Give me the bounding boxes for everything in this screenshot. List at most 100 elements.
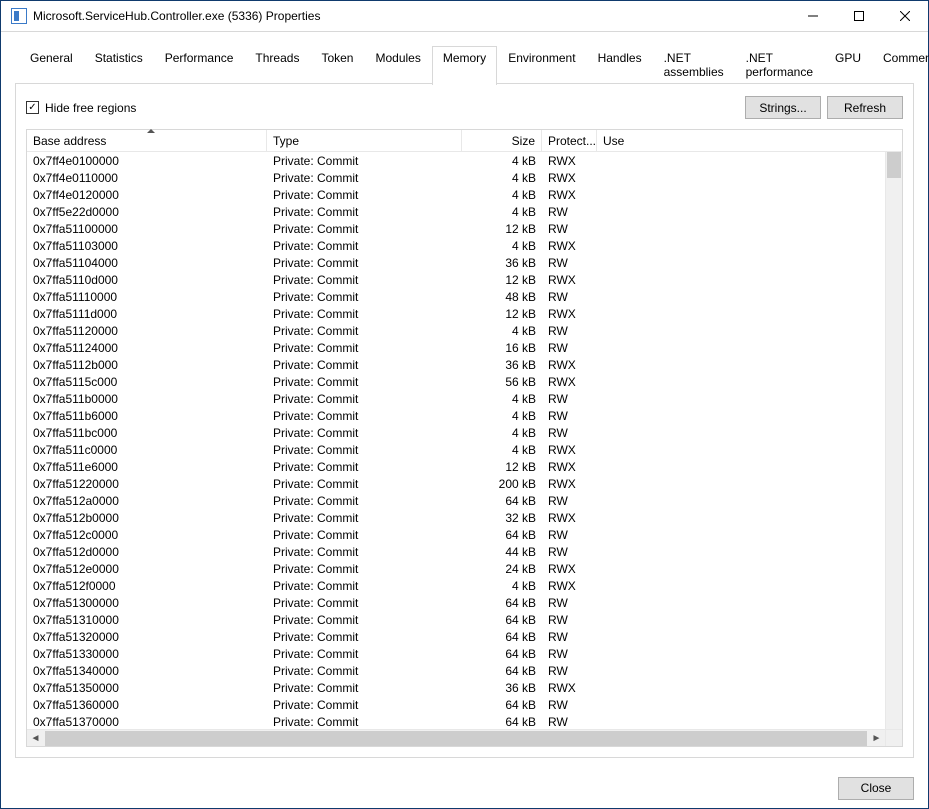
tab-statistics[interactable]: Statistics	[84, 46, 154, 84]
cell-type: Private: Commit	[267, 528, 462, 542]
cell-protection: RW	[542, 647, 597, 661]
cell-size: 64 kB	[462, 528, 542, 542]
table-row[interactable]: 0x7ffa51310000Private: Commit64 kBRW	[27, 611, 885, 628]
cell-type: Private: Commit	[267, 392, 462, 406]
cell-base-address: 0x7ffa511b6000	[27, 409, 267, 423]
cell-size: 36 kB	[462, 681, 542, 695]
cell-type: Private: Commit	[267, 681, 462, 695]
tab-threads[interactable]: Threads	[244, 46, 310, 84]
vertical-scroll-thumb[interactable]	[887, 152, 901, 178]
scroll-right-icon[interactable]: ►	[868, 730, 885, 747]
tab-environment[interactable]: Environment	[497, 46, 586, 84]
cell-base-address: 0x7ffa512e0000	[27, 562, 267, 576]
cell-base-address: 0x7ffa512f0000	[27, 579, 267, 593]
tab-comment[interactable]: Comment	[872, 46, 929, 84]
cell-size: 4 kB	[462, 171, 542, 185]
tab-performance[interactable]: Performance	[154, 46, 245, 84]
table-row[interactable]: 0x7ffa512e0000Private: Commit24 kBRWX	[27, 560, 885, 577]
table-row[interactable]: 0x7ffa51340000Private: Commit64 kBRW	[27, 662, 885, 679]
table-row[interactable]: 0x7ffa51370000Private: Commit64 kBRW	[27, 713, 885, 730]
cell-protection: RWX	[542, 154, 597, 168]
rows-container: 0x7ff4e0100000Private: Commit4 kBRWX0x7f…	[27, 152, 885, 746]
table-row[interactable]: 0x7ffa51360000Private: Commit64 kBRW	[27, 696, 885, 713]
scroll-left-icon[interactable]: ◄	[27, 730, 44, 747]
hide-free-regions-checkbox[interactable]: ✓ Hide free regions	[26, 101, 136, 115]
column-header-type[interactable]: Type	[267, 130, 462, 151]
column-header-protection[interactable]: Protect...	[542, 130, 597, 151]
table-row[interactable]: 0x7ffa511bc000Private: Commit4 kBRW	[27, 424, 885, 441]
column-header-size[interactable]: Size	[462, 130, 542, 151]
titlebar[interactable]: Microsoft.ServiceHub.Controller.exe (533…	[1, 1, 928, 32]
column-header-use[interactable]: Use	[597, 130, 902, 151]
table-row[interactable]: 0x7ffa51320000Private: Commit64 kBRW	[27, 628, 885, 645]
tab-token[interactable]: Token	[310, 46, 364, 84]
table-row[interactable]: 0x7ffa511b6000Private: Commit4 kBRW	[27, 407, 885, 424]
cell-type: Private: Commit	[267, 647, 462, 661]
minimize-icon	[808, 11, 818, 21]
strings-button[interactable]: Strings...	[745, 96, 821, 119]
horizontal-scroll-thumb[interactable]	[45, 731, 867, 746]
cell-base-address: 0x7ffa511c0000	[27, 443, 267, 457]
cell-base-address: 0x7ff4e0100000	[27, 154, 267, 168]
tab--net-performance[interactable]: .NET performance	[735, 46, 824, 84]
cell-base-address: 0x7ffa51220000	[27, 477, 267, 491]
vertical-scrollbar[interactable]	[885, 152, 902, 729]
close-button[interactable]: Close	[838, 777, 914, 800]
app-icon	[11, 8, 27, 24]
table-row[interactable]: 0x7ffa5111d000Private: Commit12 kBRWX	[27, 305, 885, 322]
close-icon	[900, 11, 910, 21]
table-row[interactable]: 0x7ffa512c0000Private: Commit64 kBRW	[27, 526, 885, 543]
cell-size: 56 kB	[462, 375, 542, 389]
cell-type: Private: Commit	[267, 171, 462, 185]
tab--net-assemblies[interactable]: .NET assemblies	[653, 46, 735, 84]
table-row[interactable]: 0x7ffa511b0000Private: Commit4 kBRW	[27, 390, 885, 407]
cell-type: Private: Commit	[267, 698, 462, 712]
table-row[interactable]: 0x7ffa512f0000Private: Commit4 kBRWX	[27, 577, 885, 594]
table-row[interactable]: 0x7ffa51120000Private: Commit4 kBRW	[27, 322, 885, 339]
table-row[interactable]: 0x7ffa51103000Private: Commit4 kBRWX	[27, 237, 885, 254]
table-row[interactable]: 0x7ffa511e6000Private: Commit12 kBRWX	[27, 458, 885, 475]
table-row[interactable]: 0x7ffa51100000Private: Commit12 kBRW	[27, 220, 885, 237]
cell-type: Private: Commit	[267, 630, 462, 644]
tab-general[interactable]: General	[19, 46, 84, 84]
table-row[interactable]: 0x7ffa51124000Private: Commit16 kBRW	[27, 339, 885, 356]
cell-base-address: 0x7ffa51120000	[27, 324, 267, 338]
cell-size: 12 kB	[462, 273, 542, 287]
table-row[interactable]: 0x7ffa512a0000Private: Commit64 kBRW	[27, 492, 885, 509]
minimize-button[interactable]	[790, 1, 836, 32]
table-row[interactable]: 0x7ffa51330000Private: Commit64 kBRW	[27, 645, 885, 662]
cell-size: 16 kB	[462, 341, 542, 355]
cell-type: Private: Commit	[267, 239, 462, 253]
table-row[interactable]: 0x7ffa512d0000Private: Commit44 kBRW	[27, 543, 885, 560]
table-row[interactable]: 0x7ffa51350000Private: Commit36 kBRWX	[27, 679, 885, 696]
table-row[interactable]: 0x7ff4e0120000Private: Commit4 kBRWX	[27, 186, 885, 203]
maximize-button[interactable]	[836, 1, 882, 32]
cell-base-address: 0x7ffa51103000	[27, 239, 267, 253]
table-row[interactable]: 0x7ffa51110000Private: Commit48 kBRW	[27, 288, 885, 305]
table-row[interactable]: 0x7ffa5112b000Private: Commit36 kBRWX	[27, 356, 885, 373]
table-row[interactable]: 0x7ff4e0110000Private: Commit4 kBRWX	[27, 169, 885, 186]
table-row[interactable]: 0x7ffa511c0000Private: Commit4 kBRWX	[27, 441, 885, 458]
table-row[interactable]: 0x7ff5e22d0000Private: Commit4 kBRW	[27, 203, 885, 220]
tab-modules[interactable]: Modules	[364, 46, 431, 84]
close-window-button[interactable]	[882, 1, 928, 32]
refresh-button[interactable]: Refresh	[827, 96, 903, 119]
tab-gpu[interactable]: GPU	[824, 46, 872, 84]
table-row[interactable]: 0x7ffa51104000Private: Commit36 kBRW	[27, 254, 885, 271]
table-row[interactable]: 0x7ff4e0100000Private: Commit4 kBRWX	[27, 152, 885, 169]
cell-protection: RW	[542, 664, 597, 678]
tab-memory[interactable]: Memory	[432, 46, 497, 85]
table-row[interactable]: 0x7ffa51300000Private: Commit64 kBRW	[27, 594, 885, 611]
table-row[interactable]: 0x7ffa5115c000Private: Commit56 kBRWX	[27, 373, 885, 390]
table-row[interactable]: 0x7ffa512b0000Private: Commit32 kBRWX	[27, 509, 885, 526]
table-row[interactable]: 0x7ffa5110d000Private: Commit12 kBRWX	[27, 271, 885, 288]
cell-protection: RWX	[542, 460, 597, 474]
horizontal-scrollbar[interactable]: ◄ ►	[27, 729, 885, 746]
tab-handles[interactable]: Handles	[587, 46, 653, 84]
cell-protection: RWX	[542, 681, 597, 695]
table-row[interactable]: 0x7ffa51220000Private: Commit200 kBRWX	[27, 475, 885, 492]
maximize-icon	[854, 11, 864, 21]
column-header-base-address[interactable]: Base address	[27, 130, 267, 151]
cell-type: Private: Commit	[267, 256, 462, 270]
cell-base-address: 0x7ff5e22d0000	[27, 205, 267, 219]
